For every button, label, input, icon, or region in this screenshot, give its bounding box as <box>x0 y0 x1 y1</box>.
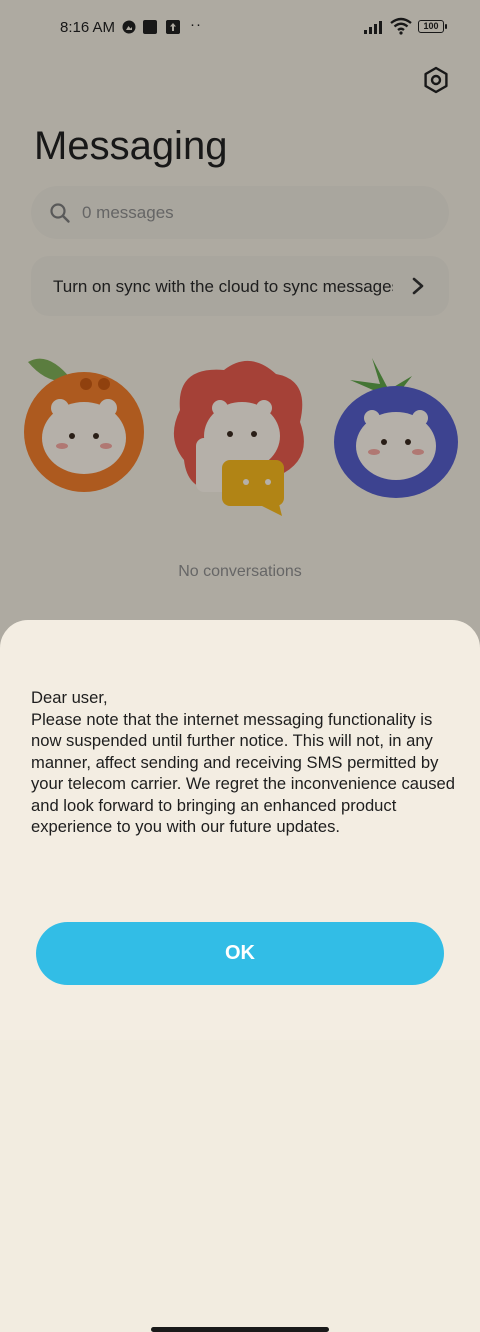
messaging-screen: 8:16 AM ·· 100 Messaging 0 messages Turn… <box>0 0 480 1332</box>
notice-dialog: Dear user, Please note that the internet… <box>0 620 480 1332</box>
notice-greeting: Dear user, <box>31 688 108 707</box>
home-indicator[interactable] <box>151 1327 329 1332</box>
notice-body: Please note that the internet messaging … <box>31 709 455 837</box>
ok-button[interactable]: OK <box>36 922 444 985</box>
notice-message: Dear user, Please note that the internet… <box>31 687 461 838</box>
